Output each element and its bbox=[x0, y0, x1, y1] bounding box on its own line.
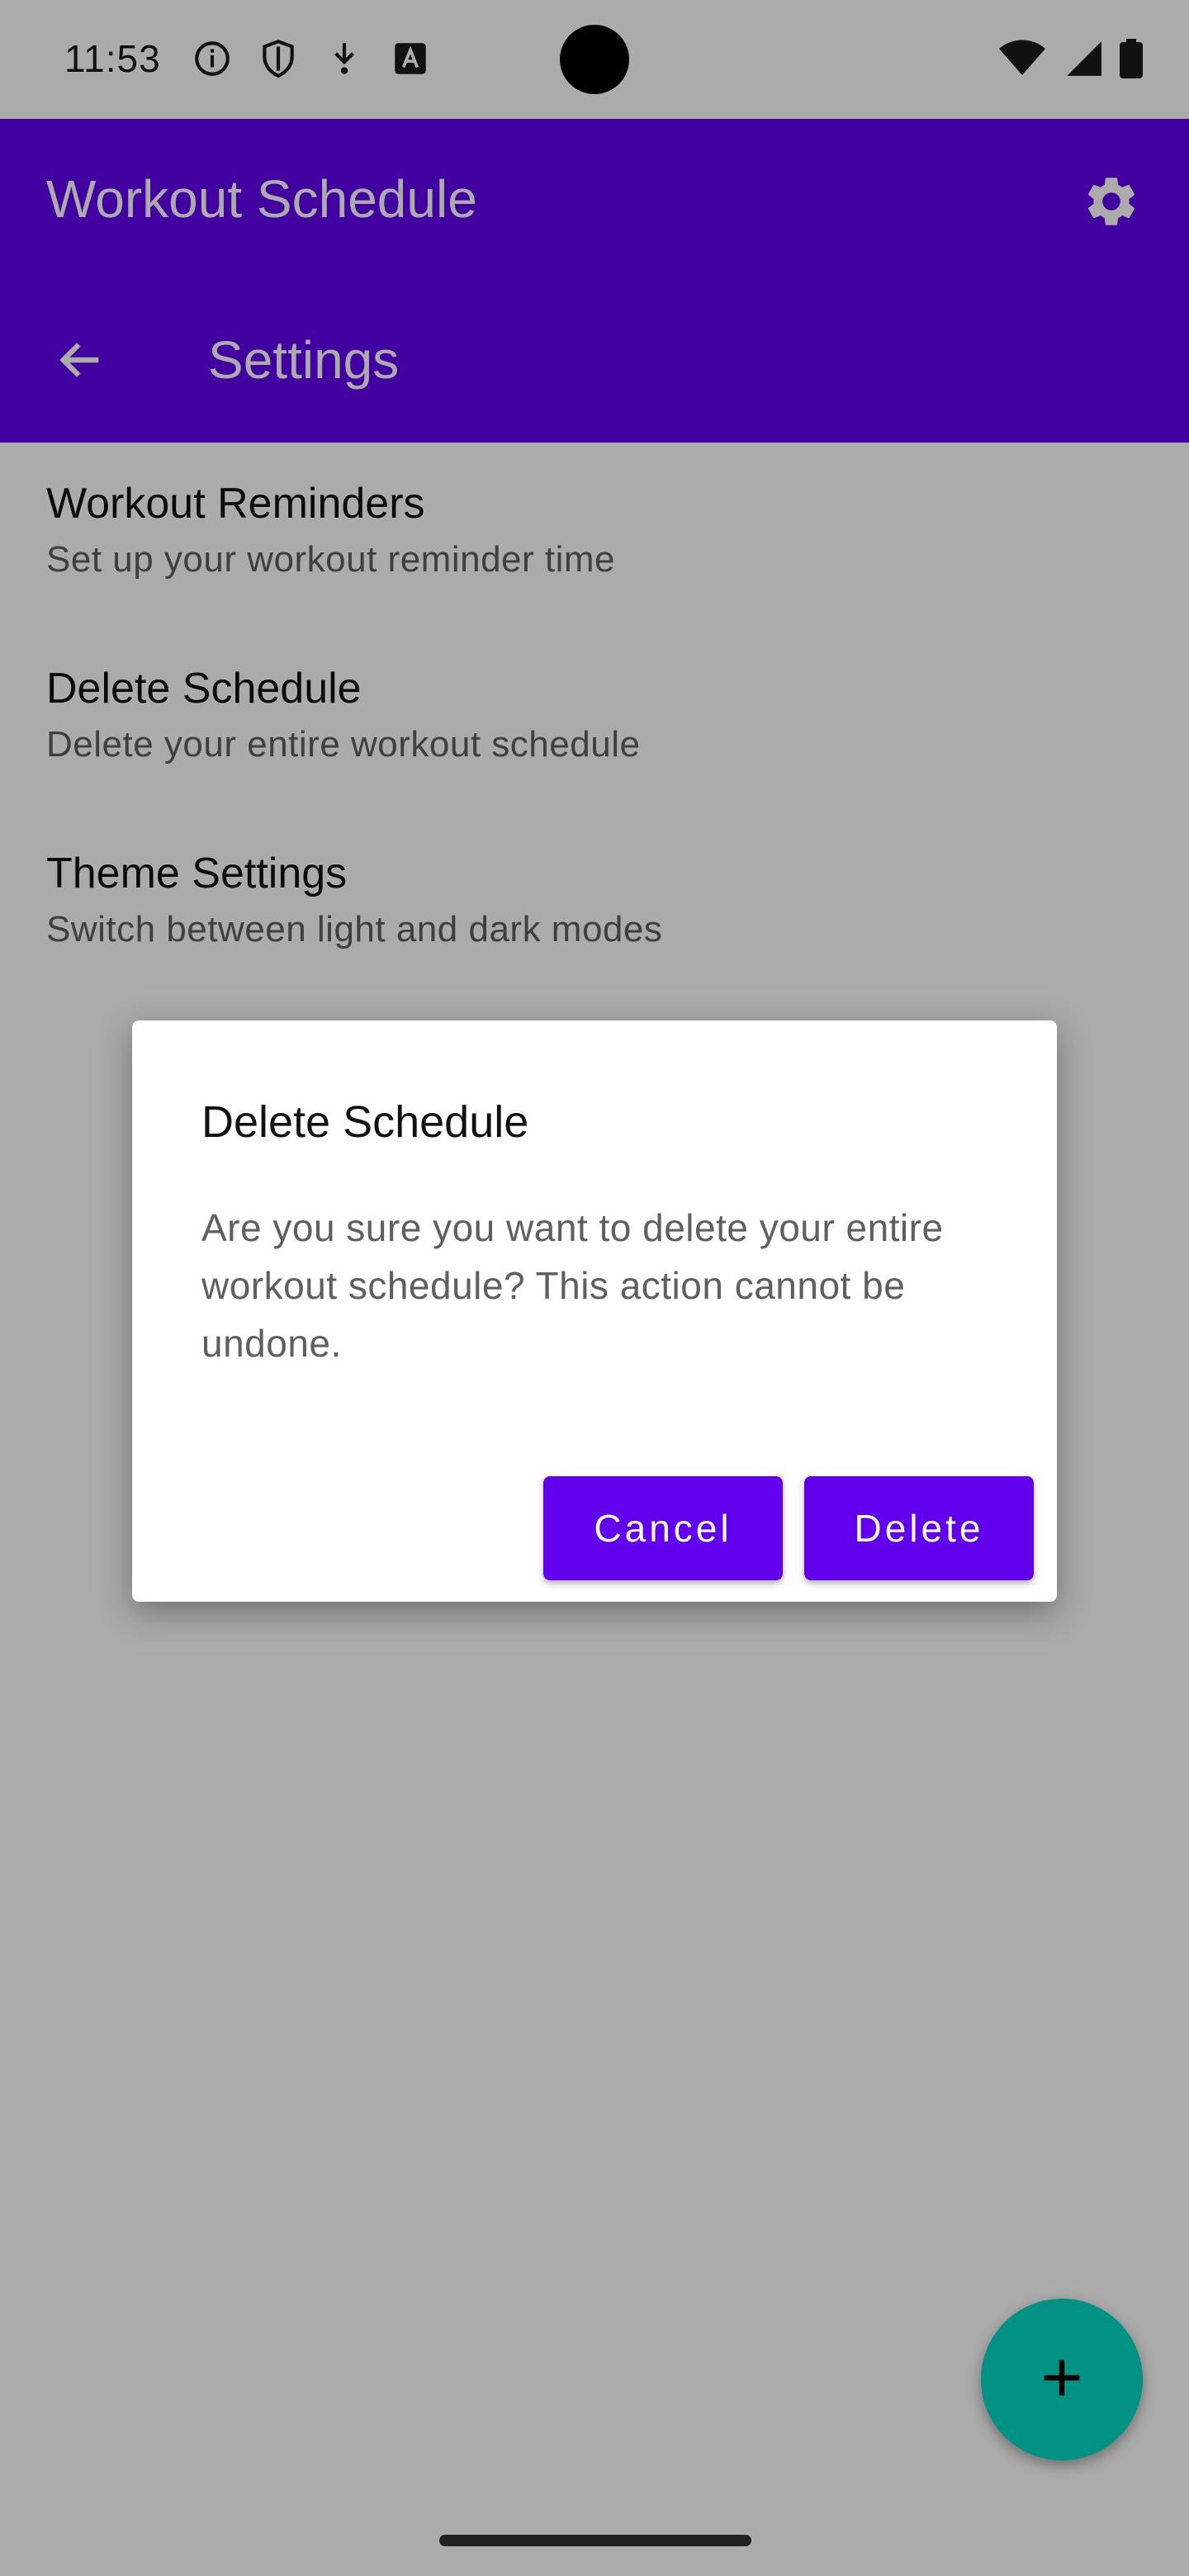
delete-schedule-dialog: Delete Schedule Are you sure you want to… bbox=[132, 1020, 1057, 1602]
gesture-bar[interactable] bbox=[439, 2535, 751, 2546]
dialog-title: Delete Schedule bbox=[201, 1097, 529, 1147]
delete-button[interactable]: Delete bbox=[804, 1476, 1034, 1580]
cancel-button[interactable]: Cancel bbox=[543, 1476, 783, 1580]
dialog-message: Are you sure you want to delete your ent… bbox=[201, 1206, 944, 1365]
screen: 11:53 Workout Schedule Settings Workout … bbox=[0, 0, 1189, 2576]
